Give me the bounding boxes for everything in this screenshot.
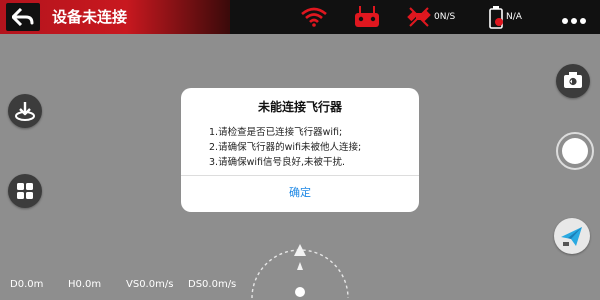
page-title: 设备未连接 [52,8,128,26]
shutter-button[interactable] [556,132,594,170]
battery-status[interactable]: N/A [488,0,522,34]
compass-icon [251,244,349,299]
more-button[interactable] [562,9,590,24]
shutter-icon [562,138,588,164]
takeoff-icon [15,102,35,121]
grid-menu-button[interactable] [8,174,42,208]
battery-icon [489,6,503,29]
dialog-title: 未能连接飞行器 [257,100,342,114]
paper-plane-icon [561,227,582,246]
back-arrow-icon [12,8,34,26]
more-dot [580,18,586,24]
satellite-status[interactable]: 0N/S [406,0,455,34]
grid-menu-icon [17,183,33,199]
takeoff-button[interactable] [8,94,42,128]
battery-label: N/A [506,12,522,22]
remote-controller-icon [355,6,379,27]
top-bar: 设备未连接 0N/S N/A [0,0,600,34]
wifi-status[interactable] [300,0,328,34]
height-readout: H0.0m [68,279,102,290]
camera-switch-button[interactable] [556,64,590,98]
confirm-button[interactable]: 确定 [181,176,419,212]
distance-readout: D0.0m [10,279,44,290]
wifi-icon [301,7,327,27]
more-dot [571,18,577,24]
vertical-speed-readout: VS0.0m/s [126,279,174,290]
camera-switch-icon [564,72,582,88]
dialog-line-1: 1.请检查是否已连接飞行器wifi; [209,127,343,138]
controller-status[interactable] [352,0,382,34]
satellite-count: 0N/S [434,12,456,22]
satellite-icon [407,7,431,27]
horizontal-speed-readout: DS0.0m/s [188,279,237,290]
dialog-line-2: 2.请确保飞行器的wifi未被他人连接; [209,142,362,153]
connection-error-dialog: 未能连接飞行器 1.请检查是否已连接飞行器wifi; 2.请确保飞行器的wifi… [181,88,419,212]
back-button[interactable] [6,3,40,31]
dialog-line-3: 3.请确保wifi信号良好,未被干扰. [209,157,345,168]
route-button[interactable] [554,218,590,254]
more-dots-icon [562,18,568,24]
